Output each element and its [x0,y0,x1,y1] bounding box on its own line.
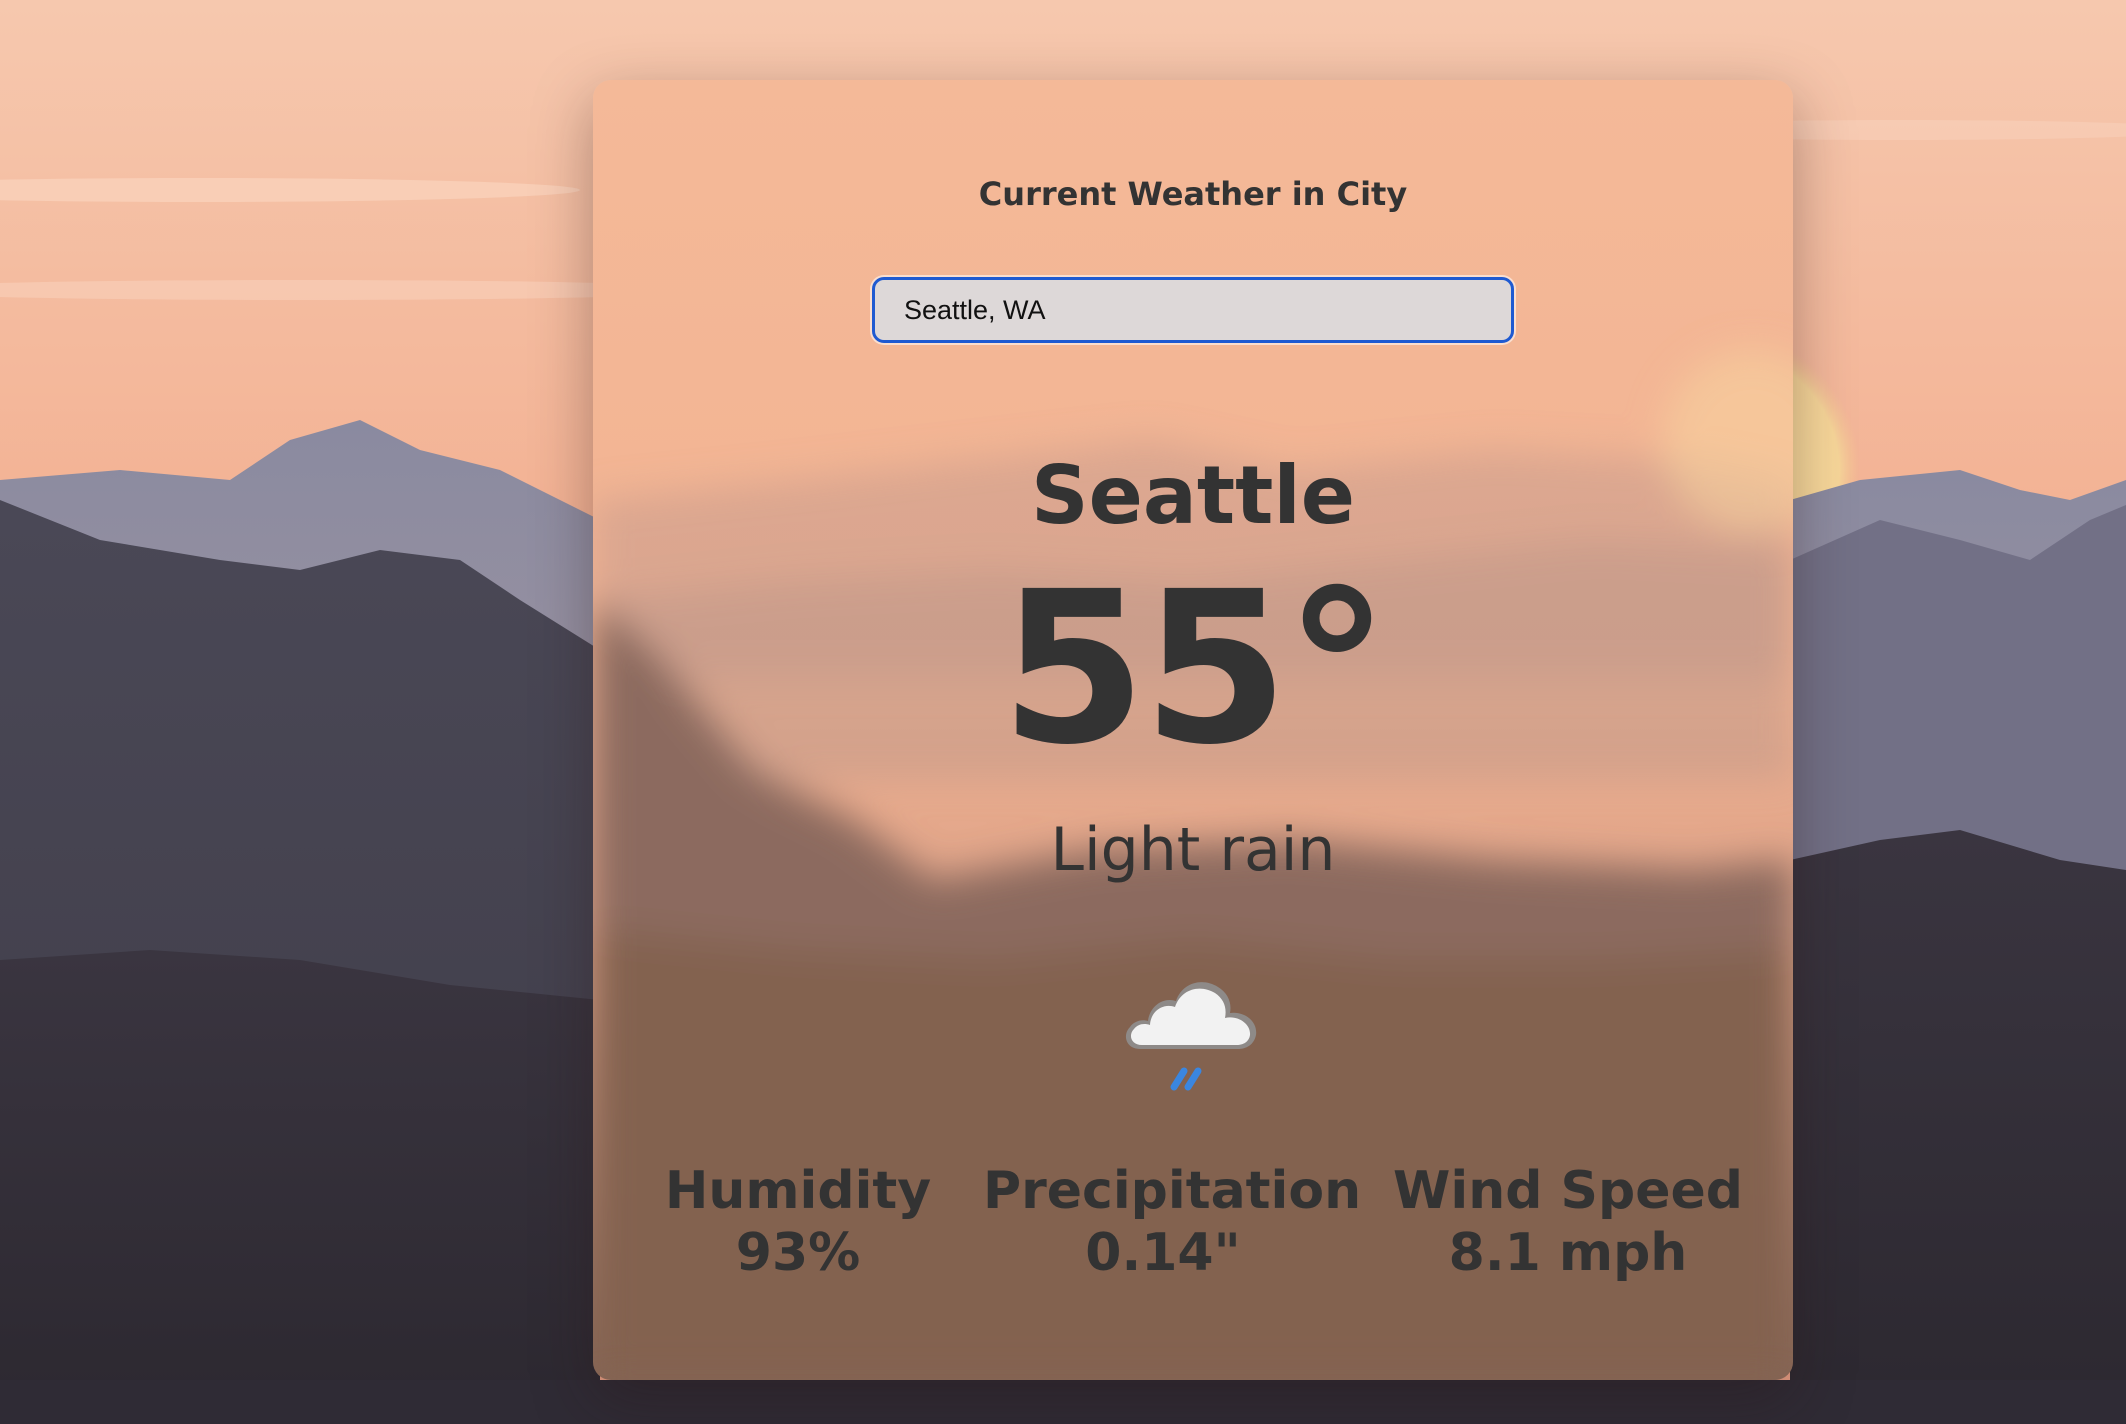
temperature-value: 55° [1000,546,1389,791]
wind-speed-label: Wind Speed [1393,1161,1743,1221]
weather-card: Current Weather in City Seattle 55° Ligh… [593,80,1793,1380]
wind-speed-stat: Wind Speed 8.1 mph [1383,1160,1753,1284]
precipitation-label: Precipitation [983,1161,1362,1221]
humidity-stat: Humidity 93% [648,1160,948,1284]
city-search-input[interactable] [872,277,1514,343]
humidity-value: 93% [735,1223,861,1283]
precipitation-stat: Precipitation 0.14" [983,1160,1362,1284]
wind-speed-value: 8.1 mph [1448,1223,1688,1283]
cloud-rain-icon [1125,982,1257,1091]
city-name: Seattle [1030,449,1356,542]
precipitation-value: 0.14" [1085,1223,1241,1283]
humidity-label: Humidity [664,1161,932,1221]
weather-condition: Light rain [1050,815,1336,885]
page-heading: Current Weather in City [978,175,1408,213]
